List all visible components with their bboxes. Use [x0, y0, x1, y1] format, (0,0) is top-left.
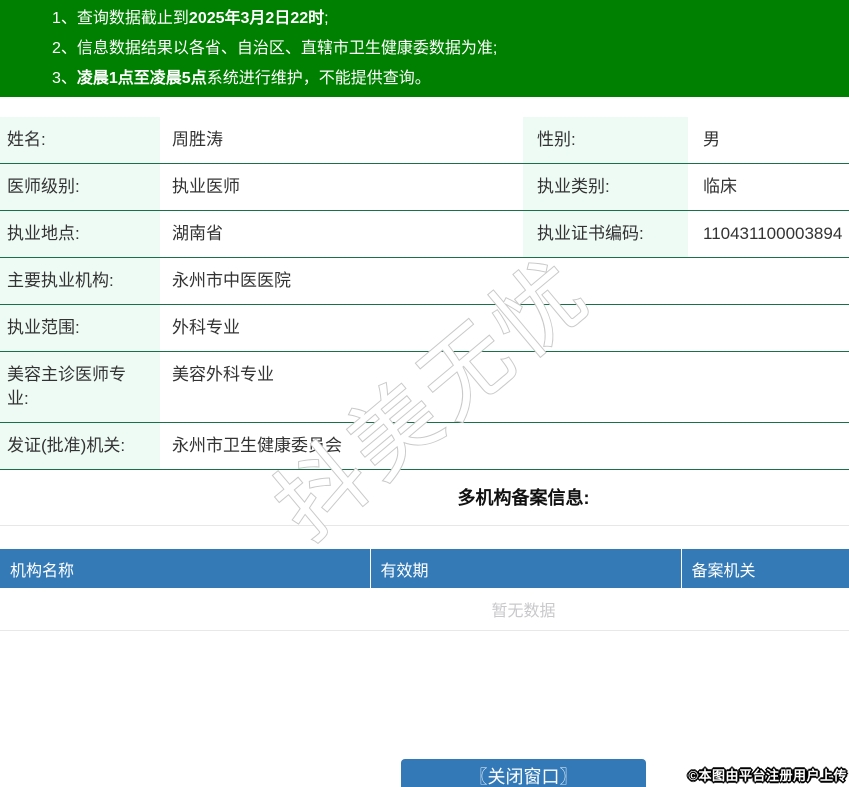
notice-number: 3、 [52, 70, 77, 87]
column-header-validity-period: 有效期 [369, 549, 681, 588]
column-header-institution-name: 机构名称 [0, 549, 370, 588]
empty-data-text: 暂无数据 [0, 588, 849, 631]
field-value-practice-type: 临床 [688, 163, 849, 211]
records-table: 机构名称 有效期 备案机关 [0, 549, 849, 588]
table-row: 医师级别: 执业医师 执业类别: 临床 [0, 163, 849, 211]
notice-line: 2、信息数据结果以各省、自治区、直辖市卫生健康委数据为准; [52, 40, 498, 57]
notice-banner: 1、查询数据截止到2025年3月2日22时; 2、信息数据结果以各省、自治区、直… [0, 0, 849, 97]
notice-number: 2、 [52, 40, 77, 57]
field-value-certificate-no: 110431100003894 [688, 210, 849, 258]
field-value-issuing-authority: 永州市卫生健康委员会 [160, 422, 849, 470]
field-label-issuing-authority: 发证(批准)机关: [0, 422, 160, 470]
table-row: 执业地点: 湖南省 执业证书编码: 110431100003894 [0, 210, 849, 258]
practitioner-info-table: 姓名: 周胜涛 性别: 男 医师级别: 执业医师 执业类别: 临床 执业地点: … [0, 117, 849, 470]
table-row: 主要执业机构: 永州市中医医院 [0, 257, 849, 305]
column-header-record-authority: 备案机关 [680, 549, 849, 588]
field-value-name: 周胜涛 [160, 117, 523, 164]
section-divider [0, 525, 849, 526]
query-result-page: 1、查询数据截止到2025年3月2日22时; 2、信息数据结果以各省、自治区、直… [0, 0, 849, 787]
field-label-main-institution: 主要执业机构: [0, 257, 160, 305]
records-section-title: 多机构备案信息: [457, 488, 590, 508]
field-label-practice-scope: 执业范围: [0, 304, 160, 352]
notice-line: 3、凌晨1点至凌晨5点系统进行维护，不能提供查询。 [52, 70, 431, 87]
notice-number: 1、 [52, 10, 77, 27]
table-row: 美容主诊医师专业: 美容外科专业 [0, 351, 849, 423]
field-label-certificate-no: 执业证书编码: [523, 210, 688, 258]
field-value-main-institution: 永州市中医医院 [160, 257, 849, 305]
field-label-name: 姓名: [0, 117, 160, 164]
field-label-practice-type: 执业类别: [523, 163, 688, 211]
upload-credit-text: ©本图由平台注册用户上传 [688, 768, 847, 784]
field-value-practice-scope: 外科专业 [160, 304, 849, 352]
field-label-cosmetic-specialty: 美容主诊医师专业: [0, 351, 160, 423]
field-label-doctor-level: 医师级别: [0, 163, 160, 211]
close-window-button[interactable]: 〖关闭窗口〗 [401, 759, 646, 787]
field-value-practice-place: 湖南省 [160, 210, 523, 258]
field-value-gender: 男 [688, 117, 849, 164]
field-value-cosmetic-specialty: 美容外科专业 [160, 351, 849, 423]
field-label-gender: 性别: [523, 117, 688, 164]
table-row: 发证(批准)机关: 永州市卫生健康委员会 [0, 422, 849, 470]
records-header-row: 机构名称 有效期 备案机关 [0, 549, 849, 588]
field-value-doctor-level: 执业医师 [160, 163, 523, 211]
field-label-practice-place: 执业地点: [0, 210, 160, 258]
table-row: 姓名: 周胜涛 性别: 男 [0, 117, 849, 164]
table-row: 执业范围: 外科专业 [0, 304, 849, 352]
notice-line: 1、查询数据截止到2025年3月2日22时; [52, 10, 329, 27]
page-viewport: 1、查询数据截止到2025年3月2日22时; 2、信息数据结果以各省、自治区、直… [0, 0, 849, 787]
